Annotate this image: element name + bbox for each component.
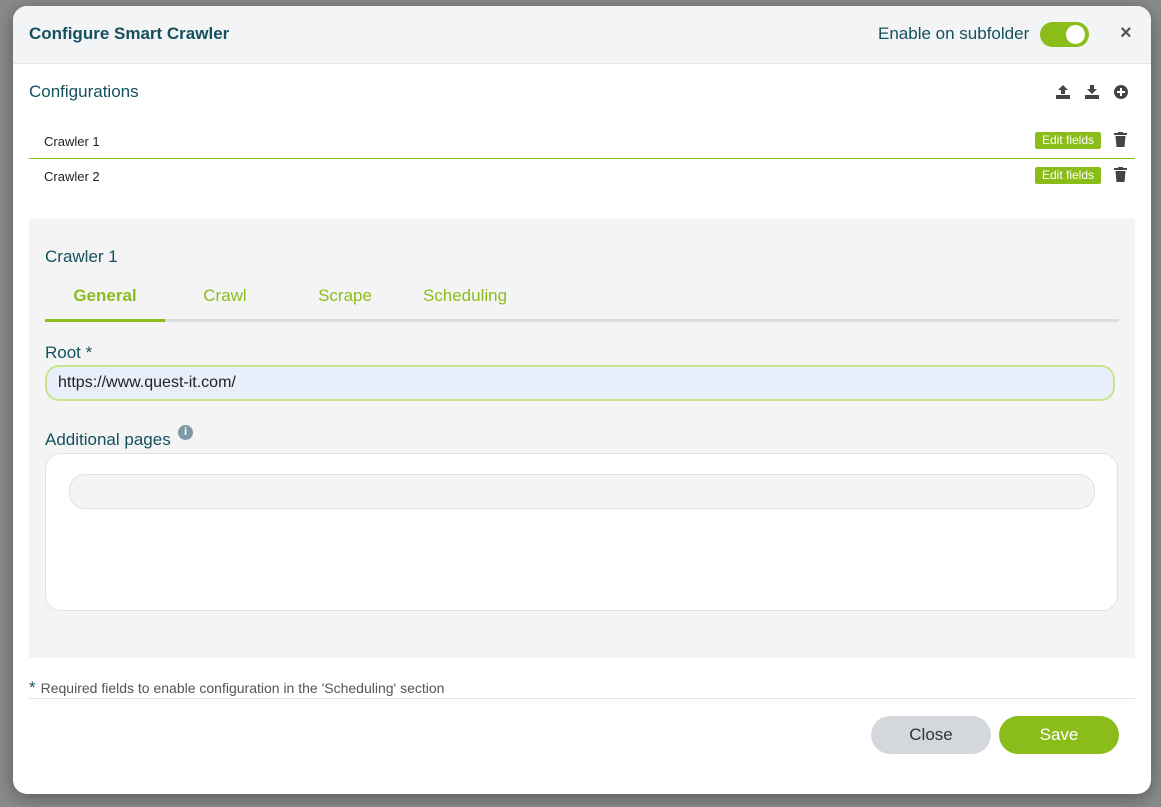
required-note-text: Required fields to enable configuration … [40,680,445,696]
root-label: Root * [45,343,93,362]
modal-header: Configure Smart Crawler Enable on subfol… [13,6,1151,64]
info-icon[interactable]: i [178,425,193,440]
additional-pages-label: Additional pages [45,430,171,449]
tab-scrape[interactable]: Scrape [285,279,405,319]
footer-divider [29,698,1135,699]
additional-pages-box [45,453,1118,611]
close-button[interactable]: Close [871,716,991,754]
subfolder-toggle[interactable] [1040,22,1089,47]
required-fields-note: * Required fields to enable configuration… [29,678,444,698]
close-icon[interactable]: × [1120,22,1132,45]
tab-general[interactable]: General [45,279,165,322]
configurations-title: Configurations [29,82,139,101]
upload-icon[interactable] [1055,84,1071,100]
configuration-row-label: Crawler 2 [44,169,100,184]
configuration-row-label: Crawler 1 [44,134,100,149]
edit-fields-button[interactable]: Edit fields [1035,132,1102,149]
add-circle-icon[interactable] [1113,84,1129,100]
additional-pages-input[interactable] [69,474,1095,509]
tab-scheduling[interactable]: Scheduling [405,279,525,319]
crawler-detail-title: Crawler 1 [45,247,118,266]
download-icon[interactable] [1084,84,1100,100]
root-input[interactable]: https://www.quest-it.com/ [45,365,1115,401]
required-star: * [29,678,36,697]
trash-icon[interactable] [1114,132,1127,147]
configure-crawler-modal: Configure Smart Crawler Enable on subfol… [13,6,1151,794]
configuration-row-crawler-1[interactable]: Crawler 1 Edit fields [29,124,1135,159]
toggle-knob [1066,25,1085,44]
tab-crawl[interactable]: Crawl [165,279,285,319]
crawler-detail-panel: Crawler 1 General Crawl Scrape Schedulin… [29,219,1135,658]
configuration-row-crawler-2[interactable]: Crawler 2 Edit fields [29,159,1135,193]
trash-icon[interactable] [1114,167,1127,182]
edit-fields-button[interactable]: Edit fields [1035,167,1102,184]
detail-tabs: General Crawl Scrape Scheduling [45,279,1119,322]
save-button[interactable]: Save [999,716,1119,754]
modal-title: Configure Smart Crawler [29,24,230,43]
subfolder-toggle-label: Enable on subfolder [878,24,1030,43]
